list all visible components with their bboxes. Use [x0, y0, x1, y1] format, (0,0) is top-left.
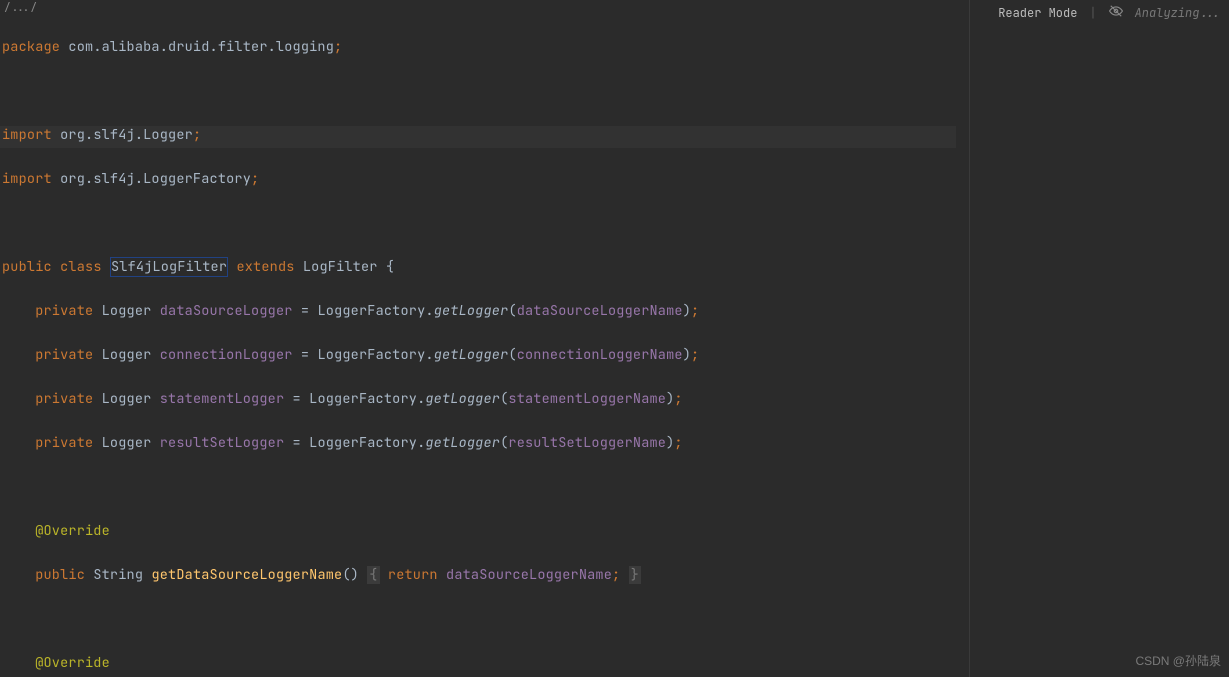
call-getLogger: getLogger [434, 302, 509, 320]
reader-mode-button[interactable]: Reader Mode [998, 5, 1077, 21]
code-editor[interactable]: /.../ package com.alibaba.druid.filter.l… [0, 0, 970, 677]
arg-dsName: dataSourceLoggerName [517, 302, 683, 320]
kw-return: return [388, 566, 438, 584]
kw-private: private [35, 302, 93, 320]
code-area[interactable]: package com.alibaba.druid.filter.logging… [0, 14, 969, 677]
kw-import: import [2, 126, 52, 144]
ann-override: @Override [35, 522, 110, 540]
field-connLogger: connectionLogger [160, 346, 293, 364]
kw-class: class [60, 258, 102, 276]
breadcrumb[interactable]: /.../ [0, 0, 969, 14]
field-rsLogger: resultSetLogger [160, 434, 285, 452]
import-logger: org.slf4j.Logger [60, 126, 193, 144]
ref-loggerfactory: LoggerFactory [317, 302, 425, 320]
type-string: String [93, 566, 143, 584]
arg-connName: connectionLoggerName [517, 346, 683, 364]
arg-rsName: resultSetLoggerName [508, 434, 666, 452]
arg-stmtName: statementLoggerName [508, 390, 666, 408]
kw-import: import [2, 170, 52, 188]
import-loggerfactory: org.slf4j.LoggerFactory [60, 170, 251, 188]
breadcrumb-text: /.../ [4, 1, 37, 15]
pkg-name: com.alibaba.druid.filter.logging [68, 38, 334, 56]
field-stmtLogger: statementLogger [160, 390, 285, 408]
field-dsLogger: dataSourceLogger [160, 302, 293, 320]
kw-extends: extends [236, 258, 294, 276]
watermark: CSDN @孙陆泉 [1135, 652, 1221, 669]
side-panel: Reader Mode | Analyzing... CSDN @孙陆泉 [970, 0, 1229, 677]
kw-public: public [2, 258, 52, 276]
eye-off-icon[interactable] [1109, 4, 1123, 22]
separator: | [1089, 5, 1096, 21]
method-getDsLoggerName: getDataSourceLoggerName [151, 566, 342, 584]
analyzing-status: Analyzing... [1135, 5, 1221, 21]
super-class: LogFilter [303, 258, 378, 276]
class-name: Slf4jLogFilter [110, 257, 228, 277]
type-logger: Logger [102, 302, 152, 320]
kw-package: package [2, 38, 60, 56]
